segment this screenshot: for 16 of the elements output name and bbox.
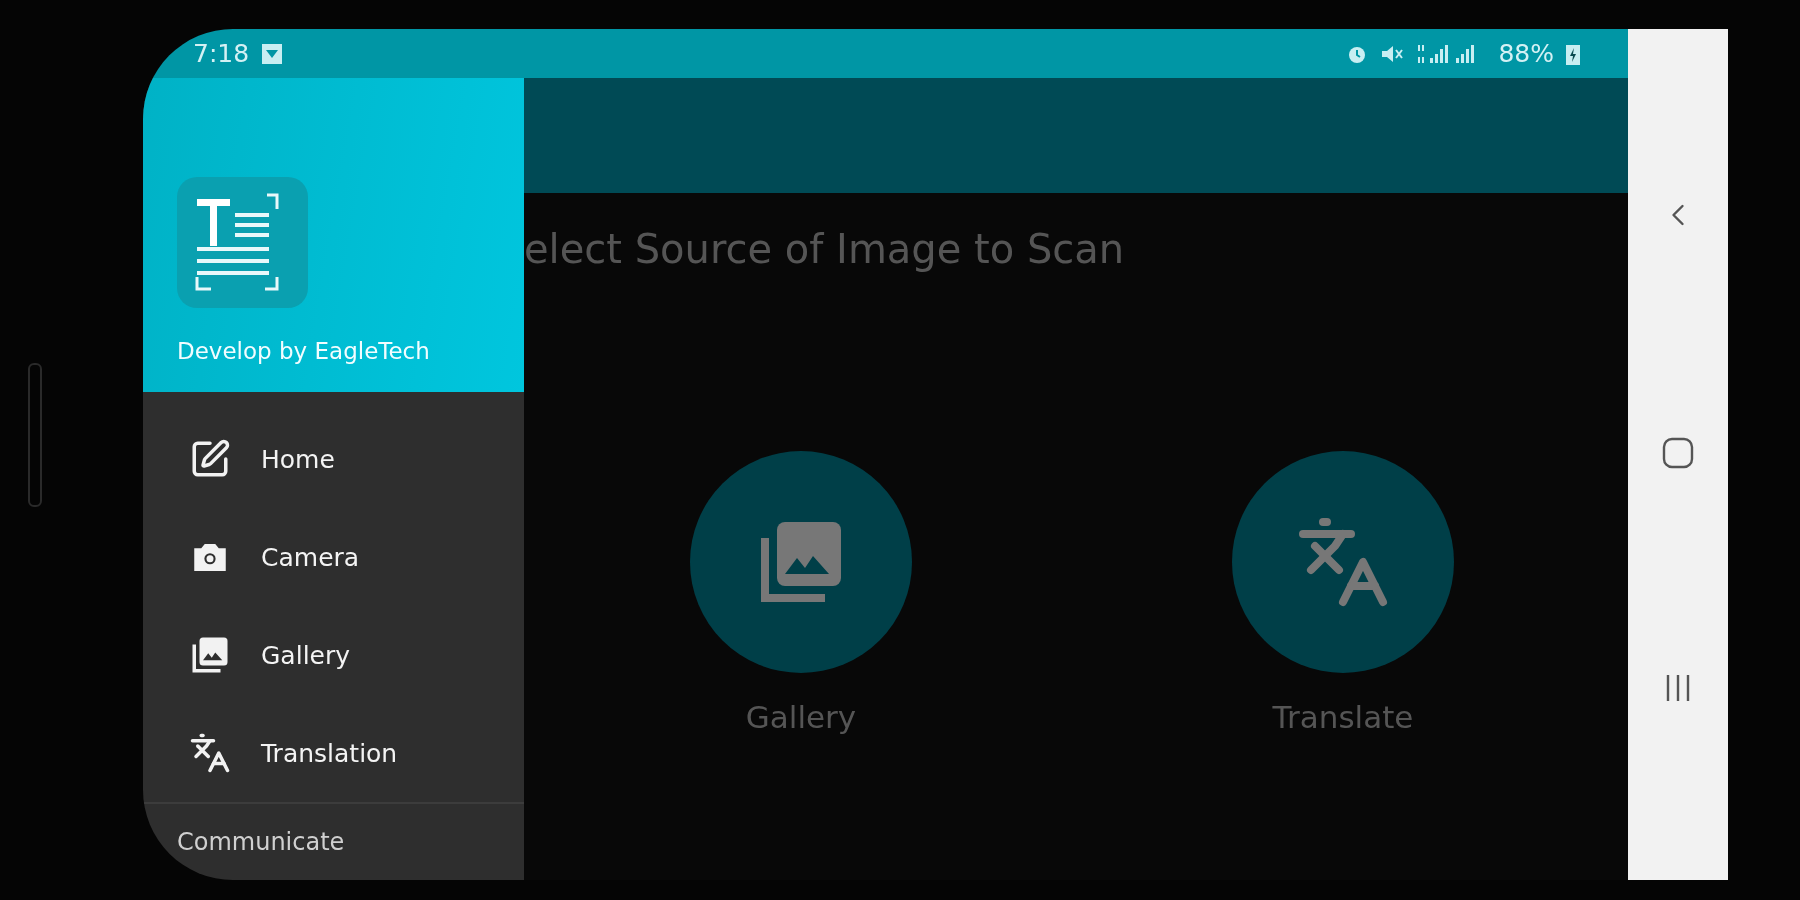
drawer-item[interactable]: Translation <box>143 704 524 802</box>
action-label: Translate <box>1272 699 1414 735</box>
drawer-item[interactable]: Home <box>143 410 524 508</box>
action-label: Gallery <box>745 699 857 735</box>
developer-credit: Develop by EagleTech <box>177 338 431 364</box>
drawer-item[interactable]: Gallery <box>143 606 524 704</box>
status-time: 7:18 <box>193 39 250 68</box>
home-icon <box>1662 437 1694 469</box>
home-button[interactable] <box>1662 437 1694 469</box>
battery-charging-icon <box>1566 42 1580 65</box>
download-notification-icon <box>261 42 284 65</box>
battery-percent: 88% <box>1498 39 1554 68</box>
translate-icon <box>189 732 231 774</box>
section-header: Communicate <box>176 827 346 856</box>
page-title: elect Source of Image to Scan <box>524 225 1126 274</box>
drawer-item[interactable]: Camera <box>143 508 524 606</box>
